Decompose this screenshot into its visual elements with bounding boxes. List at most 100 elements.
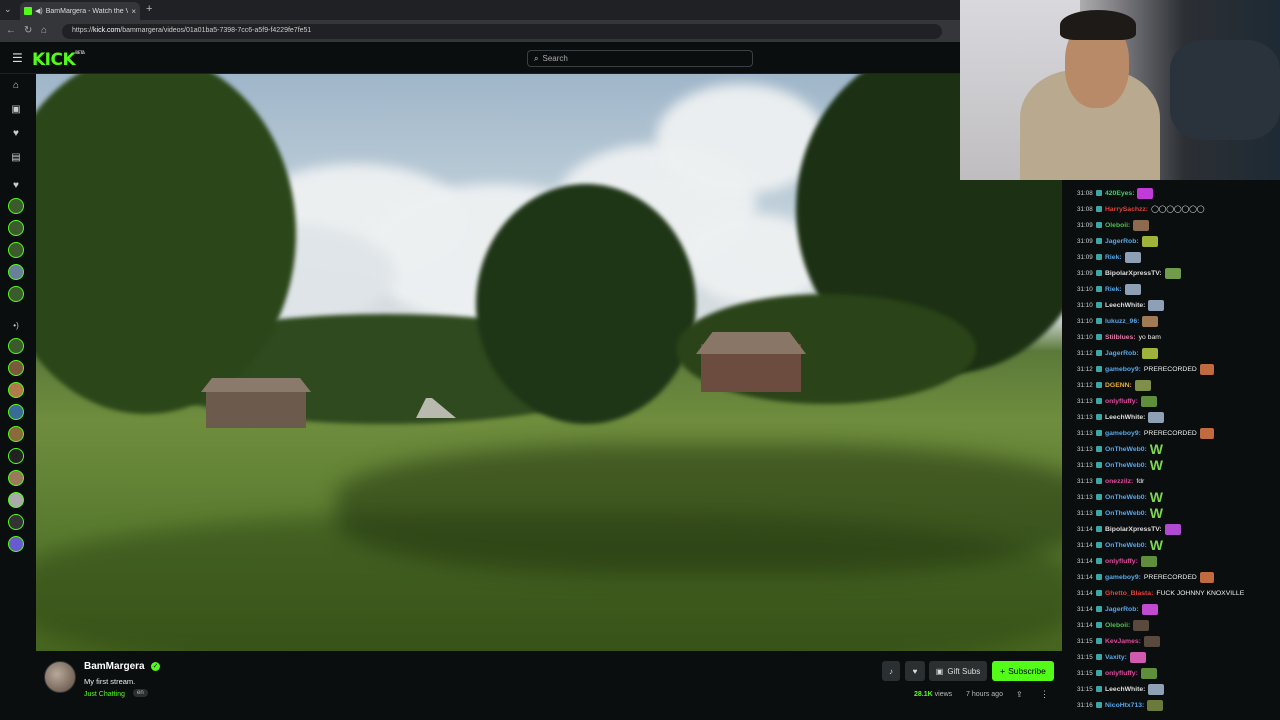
heart-icon[interactable]: ♥ (905, 661, 925, 681)
new-tab-icon[interactable]: + (146, 3, 152, 15)
gift-subs-button[interactable]: ▣ Gift Subs (929, 661, 987, 681)
chat-message: 31:13 LeechWhite: (1077, 410, 1165, 424)
chat-message: 31:08 HarrySachzz: ◯◯◯◯◯◯◯ (1077, 202, 1204, 216)
chat-timestamp: 31:12 (1077, 381, 1093, 389)
more-icon[interactable]: ⋮ (1040, 689, 1049, 700)
clips-icon[interactable]: ▤ (10, 152, 22, 164)
chat-timestamp: 31:15 (1077, 669, 1093, 677)
url-field[interactable]: https://kick.com/bammargera/videos/01a01… (62, 24, 942, 39)
back-icon[interactable]: ← (6, 25, 16, 36)
chat-username[interactable]: NicoHtx713: (1105, 702, 1144, 709)
chat-username[interactable]: HarrySachzz: (1105, 206, 1148, 213)
chat-message: 31:08 420Eyes: (1077, 186, 1154, 200)
chat-username[interactable]: JagerRob: (1105, 606, 1139, 613)
reload-icon[interactable]: ↻ (24, 25, 32, 36)
followed-channel-avatar[interactable] (8, 198, 24, 214)
chat-username[interactable]: 420Eyes: (1105, 190, 1134, 197)
chat-timestamp: 31:09 (1077, 221, 1093, 229)
badge-icon (1096, 382, 1102, 388)
bell-icon[interactable]: ♪ (882, 661, 900, 681)
chat-username[interactable]: Oleboii: (1105, 222, 1130, 229)
kick-logo[interactable]: KICKBETA (32, 50, 85, 70)
home-icon[interactable]: ⌂ (41, 25, 47, 36)
chat-username[interactable]: OnTheWeb0: (1105, 446, 1147, 453)
chat-username[interactable]: onlyfluffy: (1105, 558, 1138, 565)
video-player[interactable] (36, 74, 1062, 651)
chat-username[interactable]: KevJames: (1105, 638, 1141, 645)
avatar[interactable] (44, 661, 76, 693)
badge-icon (1096, 270, 1102, 276)
chat-username[interactable]: Riek: (1105, 286, 1122, 293)
chat-username[interactable]: LeechWhite: (1105, 302, 1145, 309)
chat-timestamp: 31:10 (1077, 301, 1093, 309)
chat-timestamp: 31:14 (1077, 525, 1093, 533)
chat-username[interactable]: Ghetto_Blasta: (1105, 590, 1153, 597)
chat-username[interactable]: Oleboii: (1105, 622, 1130, 629)
emote-icon (1199, 427, 1214, 439)
chat-username[interactable]: gameboy9: (1105, 366, 1141, 373)
chat-username[interactable]: Vaxity: (1105, 654, 1127, 661)
recommended-channel-avatar[interactable] (8, 492, 24, 508)
tab-menu-icon[interactable]: ⌄ (4, 4, 12, 15)
category-link[interactable]: Just Chatting (84, 691, 125, 698)
chat-username[interactable]: JagerRob: (1105, 350, 1139, 357)
browse-icon[interactable]: ▣ (10, 104, 22, 116)
chat-message: 31:09 JagerRob: (1077, 234, 1158, 248)
chat-username[interactable]: BipolarXpressTV: (1105, 526, 1162, 533)
chat-username[interactable]: gameboy9: (1105, 574, 1141, 581)
chat-username[interactable]: lukuzz_96: (1105, 318, 1139, 325)
chat-username[interactable]: OnTheWeb0: (1105, 462, 1147, 469)
badge-icon (1096, 478, 1102, 484)
recommended-channel-avatar[interactable] (8, 404, 24, 420)
url-path: /bammargera/videos/01a01ba5-7398-7cc6-a5… (120, 27, 312, 34)
chat-username[interactable]: OnTheWeb0: (1105, 510, 1147, 517)
chat-username[interactable]: onlyfluffy: (1105, 398, 1138, 405)
chat-message: 31:15 Vaxity: (1077, 650, 1146, 664)
tab-close-icon[interactable]: × (131, 7, 136, 16)
subscribe-button[interactable]: + Subscribe (992, 661, 1054, 681)
chat-username[interactable]: LeechWhite: (1105, 686, 1145, 693)
search-input[interactable]: ⌕ Search (527, 50, 753, 67)
badge-icon (1096, 542, 1102, 548)
recommended-channel-avatar[interactable] (8, 382, 24, 398)
background-clutter (1170, 40, 1280, 140)
badge-icon (1096, 446, 1102, 452)
subscribe-label: Subscribe (1008, 666, 1046, 676)
chat-username[interactable]: Stilblues: (1105, 334, 1136, 341)
followed-channel-avatar[interactable] (8, 220, 24, 236)
chat-username[interactable]: JagerRob: (1105, 238, 1139, 245)
recommended-channel-avatar[interactable] (8, 338, 24, 354)
menu-icon[interactable]: ☰ (12, 51, 23, 65)
chat-username[interactable]: onlyfluffy: (1105, 670, 1138, 677)
emote-icon (1142, 315, 1159, 327)
badge-icon (1096, 638, 1102, 644)
following-icon[interactable]: ♥ (10, 128, 22, 140)
recommended-channel-avatar[interactable] (8, 448, 24, 464)
recommended-channel-avatar[interactable] (8, 536, 24, 552)
followed-channel-avatar[interactable] (8, 286, 24, 302)
recommended-channel-avatar[interactable] (8, 426, 24, 442)
chat-username[interactable]: onezzilz: (1105, 478, 1133, 485)
chat-username[interactable]: Riek: (1105, 254, 1122, 261)
recommended-channel-avatar[interactable] (8, 360, 24, 376)
home-nav-icon[interactable]: ⌂ (10, 80, 22, 92)
house-roof (696, 332, 806, 354)
chat-timestamp: 31:09 (1077, 237, 1093, 245)
browser-tab[interactable]: ◀) BamMargera - Watch the VOD × (20, 2, 140, 20)
chat-username[interactable]: DGENN: (1105, 382, 1132, 389)
lawn-shadow (36, 514, 1062, 651)
badge-icon (1096, 686, 1102, 692)
recommended-channel-avatar[interactable] (8, 514, 24, 530)
speaker-icon[interactable]: ◀) (35, 7, 43, 15)
streamer-name[interactable]: BamMargera (84, 661, 145, 672)
share-icon[interactable]: ⇪ (1016, 690, 1023, 699)
followed-channel-avatar[interactable] (8, 242, 24, 258)
chat-username[interactable]: OnTheWeb0: (1105, 494, 1147, 501)
recommended-channel-avatar[interactable] (8, 470, 24, 486)
chat-username[interactable]: LeechWhite: (1105, 414, 1145, 421)
followed-channel-avatar[interactable] (8, 264, 24, 280)
chat-username[interactable]: BipolarXpressTV: (1105, 270, 1162, 277)
badge-icon (1096, 606, 1102, 612)
chat-username[interactable]: OnTheWeb0: (1105, 542, 1147, 549)
chat-username[interactable]: gameboy9: (1105, 430, 1141, 437)
